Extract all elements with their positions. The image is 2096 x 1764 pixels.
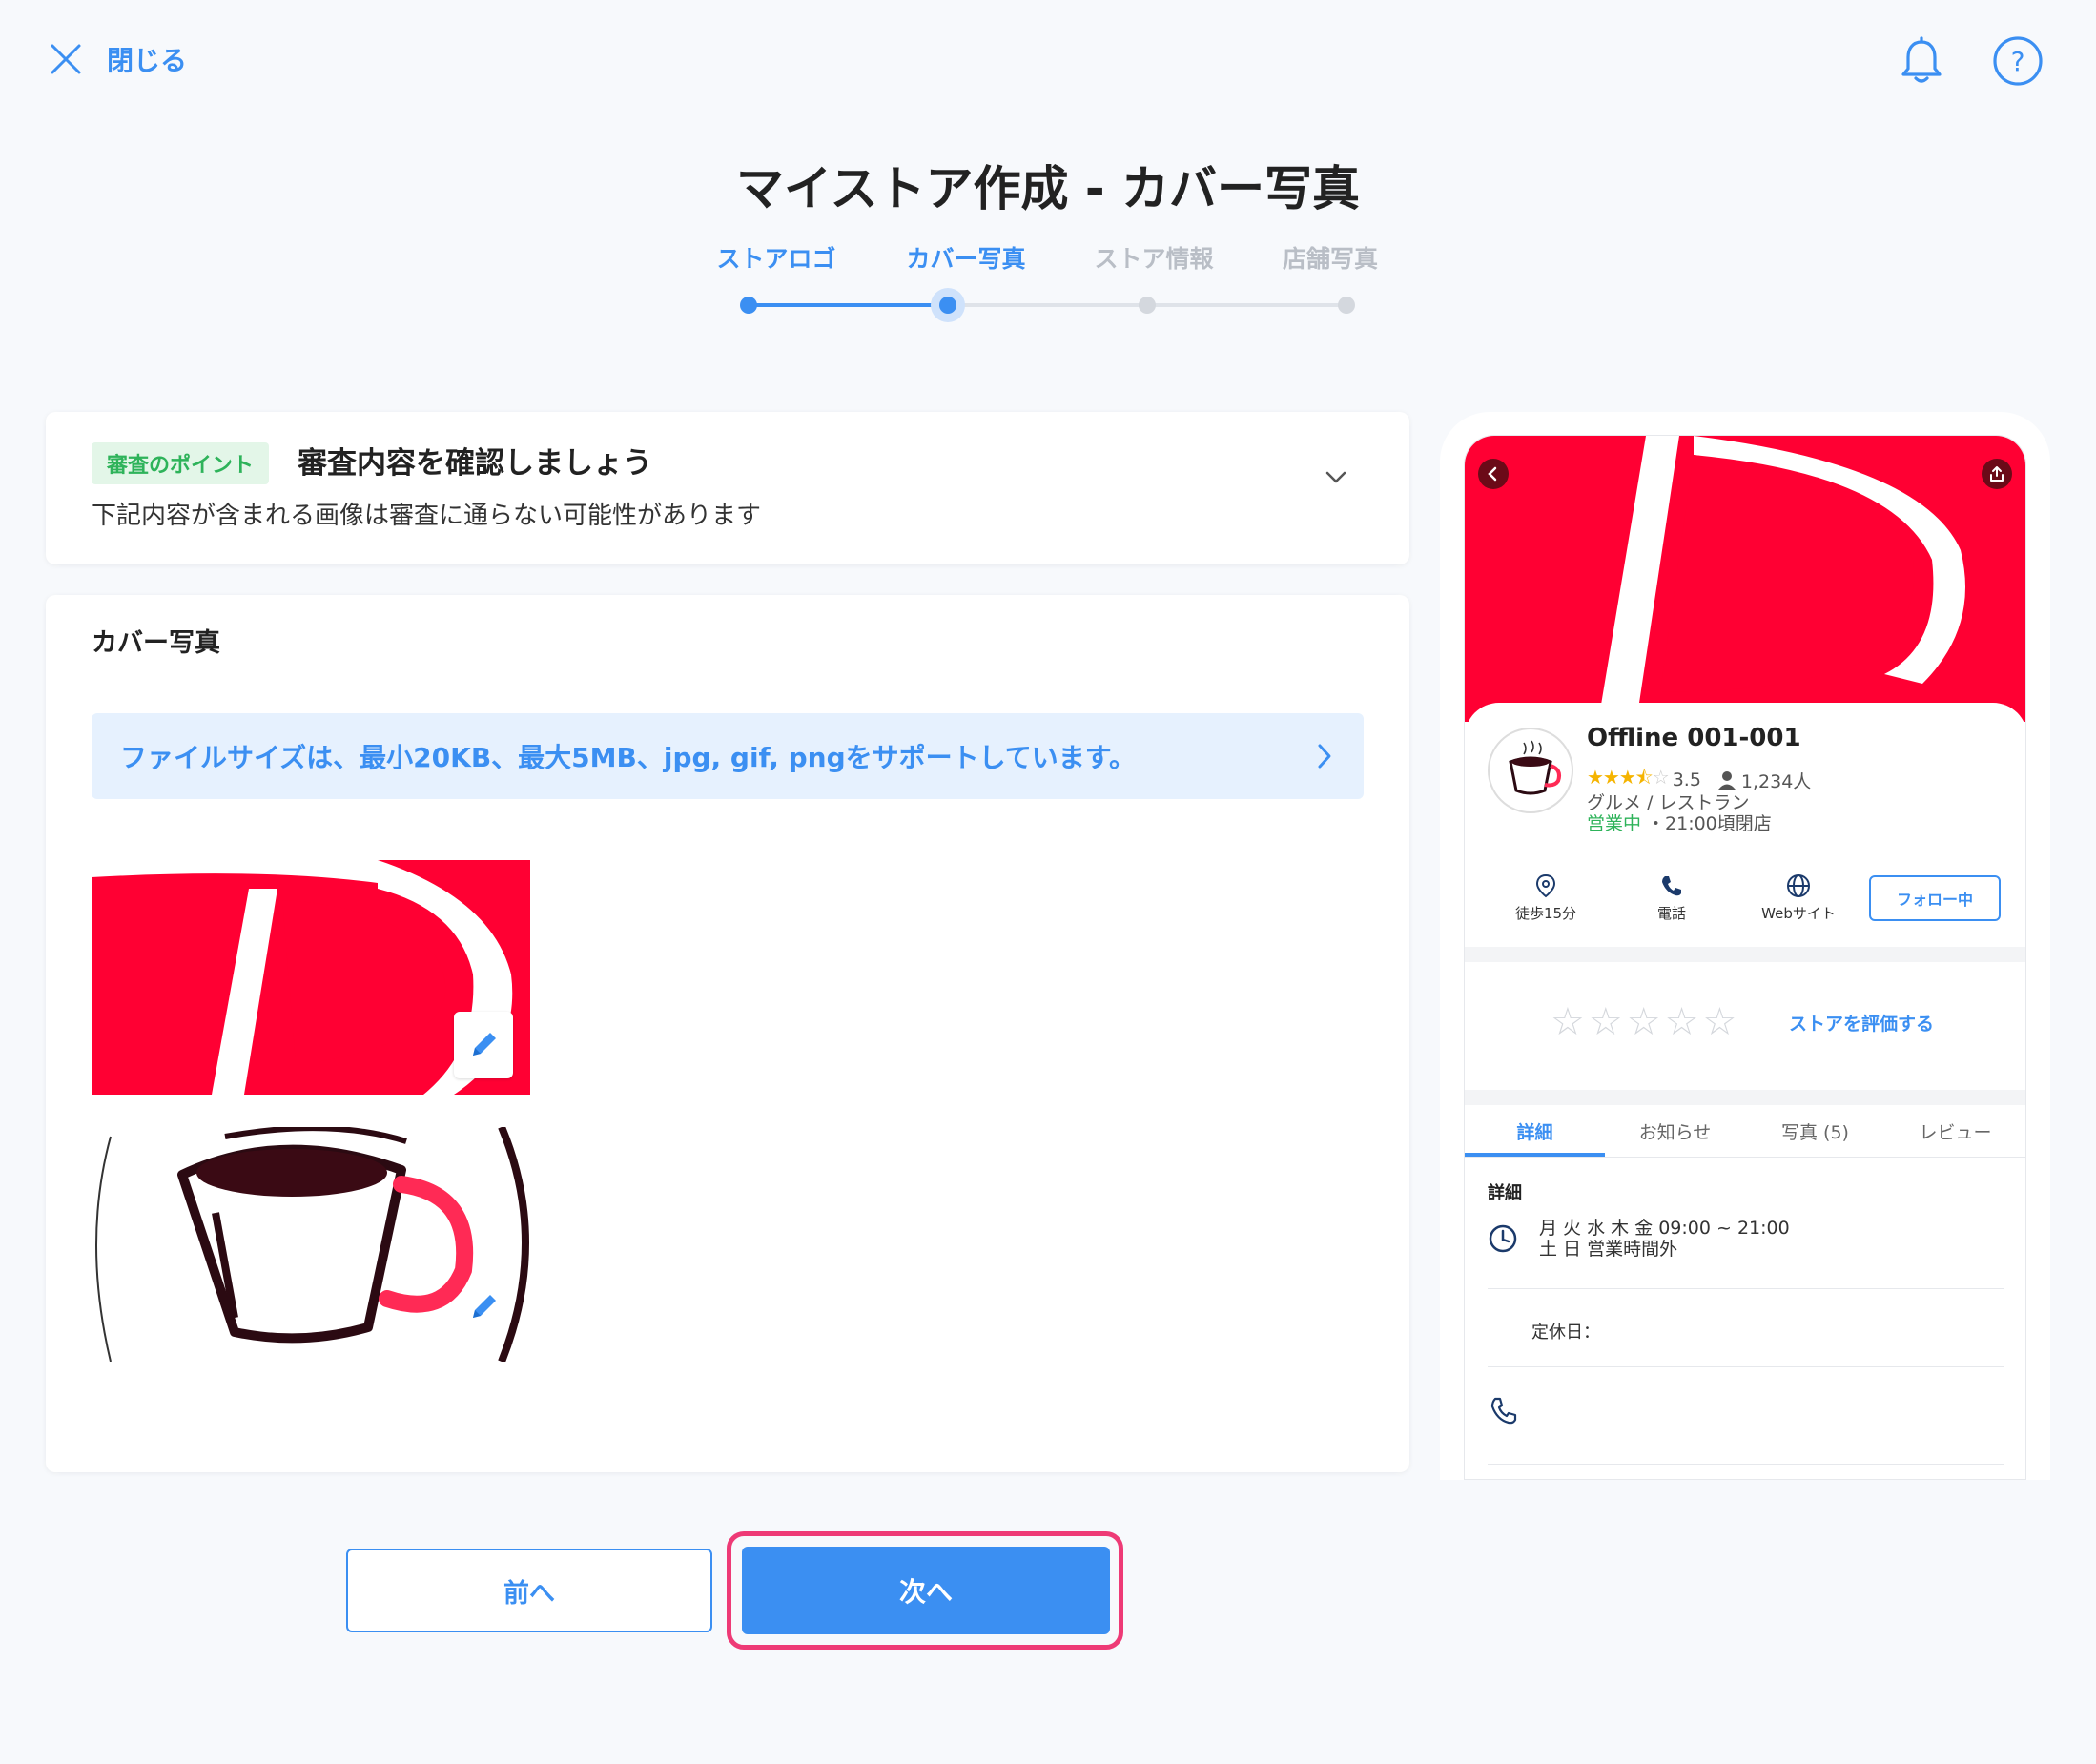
preview-rating-value: 3.5 [1672, 769, 1701, 790]
preview-web-action[interactable]: Webサイト [1756, 872, 1841, 923]
review-subtitle: 下記内容が含まれる画像は審査に通らない可能性があります [92, 502, 762, 530]
preview-walk-action[interactable]: 徒歩15分 [1503, 872, 1589, 923]
preview-back-button[interactable] [1478, 459, 1509, 489]
preview-hours-divider [1488, 1288, 2004, 1289]
chevron-left-icon [1488, 466, 1497, 482]
preview-separator-2 [1465, 1090, 2025, 1105]
preview-detail-title: 詳細 [1488, 1183, 1522, 1203]
preview-cover-image [1465, 436, 2025, 722]
pencil-icon [473, 1033, 496, 1056]
preview-rate-store-link[interactable]: ストアを評価する [1789, 1010, 1934, 1036]
preview-tab-divider [1465, 1157, 2025, 1158]
step-line-3 [1147, 303, 1346, 307]
step-label-photos: 店舗写真 [1282, 245, 1378, 273]
close-button[interactable]: 閉じる [50, 40, 187, 78]
logo-edit-button[interactable] [465, 1289, 502, 1329]
step-line-2 [948, 303, 1147, 307]
file-size-info-bar[interactable]: ファイルサイズは、最小20KB、最大5MB、jpg, gif, pngをサポート… [92, 713, 1364, 799]
preview-follow-button[interactable]: フォロー中 [1869, 875, 2001, 921]
preview-open-row: 営業中 ・21:00頃閉店 [1587, 810, 1772, 835]
svg-text:?: ? [2011, 46, 2025, 77]
cover-edit-button[interactable] [454, 1012, 513, 1078]
preview-phone-divider [1488, 1464, 2004, 1465]
preview-hours-weekday: 月 火 水 木 金 09:00 ~ 21:00 [1539, 1218, 1790, 1239]
preview-open-status: 営業中 [1587, 813, 1642, 834]
page-title: マイストア作成 - カバー写真 [735, 161, 1361, 216]
phone-icon [1662, 876, 1681, 896]
help-icon[interactable]: ? [1991, 34, 2045, 88]
prev-button[interactable]: 前へ [346, 1549, 712, 1632]
step-dot-4 [1338, 297, 1355, 314]
close-icon [51, 44, 81, 74]
chevron-right-icon [1318, 744, 1331, 769]
preview-tab-photos[interactable]: 写真 (5) [1745, 1118, 1885, 1144]
cover-card: カバー写真 ファイルサイズは、最小20KB、最大5MB、jpg, gif, pn… [46, 595, 1409, 1472]
preview-separator [1465, 947, 2025, 962]
review-badge: 審査のポイント [92, 442, 270, 484]
chevron-down-icon[interactable] [1324, 469, 1348, 486]
share-icon [1990, 466, 2004, 482]
globe-icon [1787, 874, 1810, 897]
preview-holiday: 定休日： [1531, 1323, 1600, 1343]
step-label-cover: カバー写真 [906, 245, 1026, 273]
preview-hours: 月 火 水 木 金 09:00 ~ 21:00 土 日 営業時間外 [1539, 1218, 1790, 1260]
preview-close-time: ・21:00頃閉店 [1647, 813, 1772, 834]
pencil-icon [473, 1295, 496, 1318]
empty-stars-icon[interactable]: ☆☆☆☆☆ [1551, 1000, 1740, 1044]
next-button[interactable]: 次へ [742, 1547, 1110, 1634]
preview-web-label: Webサイト [1761, 905, 1836, 922]
step-line-1 [749, 303, 948, 307]
preview-store-logo [1488, 728, 1573, 813]
step-dot-3 [1139, 297, 1156, 314]
preview-followers: 1,234人 [1740, 770, 1812, 792]
close-label: 閉じる [107, 45, 188, 76]
phone-outline-icon[interactable] [1488, 1395, 1520, 1427]
clock-icon [1489, 1224, 1517, 1253]
logo-image [92, 1127, 530, 1362]
preview-phone-action[interactable]: 電話 [1629, 872, 1715, 923]
review-card[interactable]: 審査のポイント 審査内容を確認しましょう 下記内容が含まれる画像は審査に通らない… [46, 412, 1409, 564]
preview-share-button[interactable] [1982, 459, 2012, 489]
cover-section-title: カバー写真 [92, 628, 220, 658]
preview-tab-reviews[interactable]: レビュー [1885, 1118, 2025, 1144]
step-dot-2 [939, 297, 956, 314]
map-pin-icon [1535, 873, 1556, 898]
preview-walk-label: 徒歩15分 [1514, 905, 1577, 922]
preview-holiday-divider [1488, 1366, 2004, 1367]
step-label-logo: ストアロゴ [716, 245, 836, 273]
preview-phone-label: 電話 [1656, 905, 1686, 922]
person-icon [1717, 771, 1736, 790]
preview-hours-weekend: 土 日 営業時間外 [1539, 1239, 1678, 1260]
file-size-info-text: ファイルサイズは、最小20KB、最大5MB、jpg, gif, pngをサポート… [120, 742, 1136, 773]
bell-icon[interactable] [1895, 34, 1948, 88]
step-label-info: ストア情報 [1094, 245, 1214, 273]
preview-tab-news[interactable]: お知らせ [1605, 1118, 1745, 1144]
store-preview: Offline 001-001 ★★★⯪☆ 3.5 1,234人 グルメ / レ… [1464, 435, 2026, 1480]
preview-tab-detail[interactable]: 詳細 [1465, 1118, 1605, 1144]
review-title: 審査内容を確認しましょう [298, 446, 652, 481]
step-dot-1 [740, 297, 757, 314]
preview-store-name: Offline 001-001 [1587, 724, 1801, 752]
